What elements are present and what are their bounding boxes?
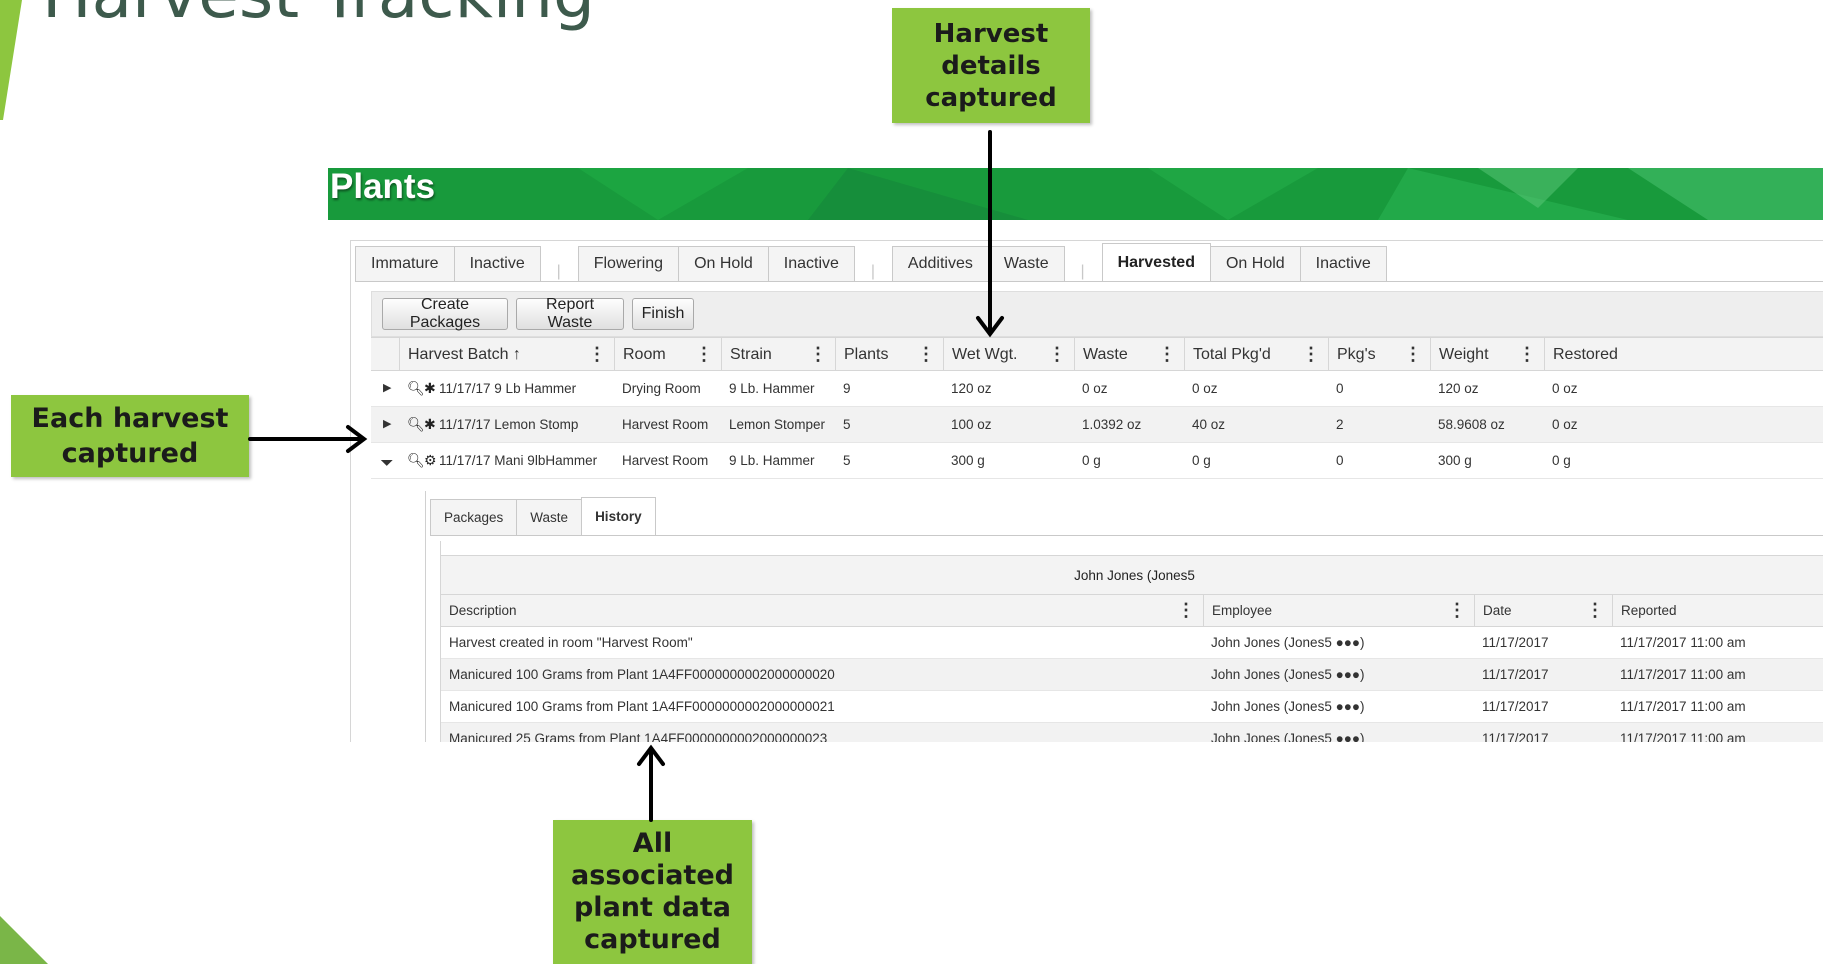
callout-arrows xyxy=(248,130,1004,822)
